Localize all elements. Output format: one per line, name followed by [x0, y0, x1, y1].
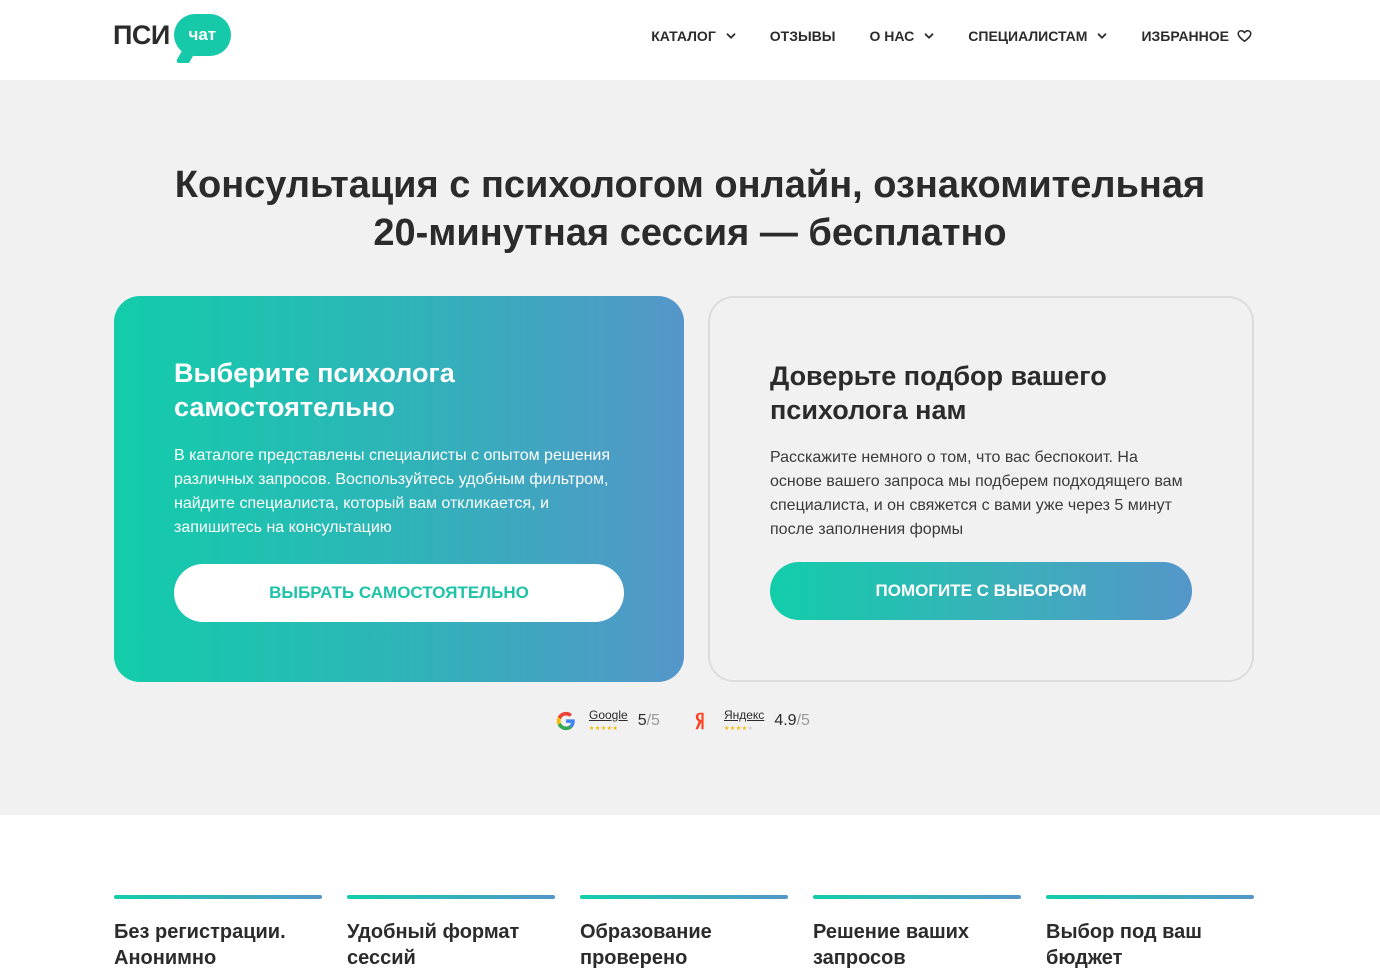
- rating-source-link[interactable]: Яндекс: [724, 708, 764, 722]
- chevron-down-icon: [1098, 33, 1107, 39]
- nav-label: О НАС: [869, 28, 915, 44]
- rating-yandex: Яндекс ★★★★★ 4.9 /5: [690, 708, 810, 734]
- feature-divider: [580, 895, 788, 899]
- chevron-down-icon: [726, 33, 736, 39]
- help-choice-card: Доверьте подбор вашего психолога нам Рас…: [708, 296, 1254, 682]
- self-choice-title: Выберите психолога самостоятельно: [174, 358, 455, 422]
- page-title-line2: 20-минутная сессия — бесплатно: [373, 212, 1007, 254]
- rating-google: Google ★★★★★ 5 /5: [555, 708, 660, 734]
- rating-max: /5: [646, 712, 660, 729]
- help-choice-title: Доверьте подбор вашего психолога нам: [770, 361, 1107, 425]
- feature-item: Выбор под ваш бюджет: [1046, 895, 1254, 975]
- site-logo[interactable]: ПСИ чат: [113, 10, 231, 60]
- feature-item: Удобный формат сессий: [347, 895, 555, 975]
- self-choice-text: В каталоге представлены специалисты с оп…: [174, 447, 611, 536]
- nav-label: ИЗБРАННОЕ: [1141, 28, 1229, 44]
- features-list: Без регистрации. Анонимно Удобный формат…: [114, 895, 1254, 975]
- chevron-down-icon: [924, 33, 934, 39]
- stars-icon: ★★★★★: [589, 726, 619, 732]
- help-choice-text: Расскажите немного о том, что вас беспок…: [770, 449, 1183, 538]
- feature-title: Удобный формат сессий: [347, 921, 520, 969]
- feature-divider: [813, 895, 1021, 899]
- nav-item-reviews[interactable]: ОТЗЫВЫ: [770, 28, 836, 44]
- main-nav: КАТАЛОГ ОТЗЫВЫ О НАС СПЕЦИАЛИСТАМ ИЗБРАН…: [651, 26, 1252, 46]
- feature-title: Выбор под ваш бюджет: [1046, 921, 1202, 969]
- help-choose-button[interactable]: ПОМОГИТЕ С ВЫБОРОМ: [770, 562, 1192, 620]
- nav-label: КАТАЛОГ: [651, 28, 716, 44]
- feature-title: Решение ваших запросов: [813, 921, 970, 969]
- feature-item: Образование проверено: [580, 895, 788, 975]
- logo-bubble-icon: чат: [173, 14, 231, 56]
- logo-text: ПСИ: [113, 19, 170, 50]
- feature-title: Без регистрации. Анонимно: [114, 921, 286, 969]
- feature-divider: [114, 895, 322, 899]
- google-icon: [555, 710, 577, 732]
- feature-divider: [1046, 895, 1254, 899]
- feature-item: Решение ваших запросов: [813, 895, 1021, 975]
- rating-max: /5: [796, 712, 810, 729]
- feature-divider: [347, 895, 555, 899]
- choose-self-button[interactable]: ВЫБРАТЬ САМОСТОЯТЕЛЬНО: [174, 564, 624, 622]
- site-header: ПСИ чат КАТАЛОГ ОТЗЫВЫ О НАС СПЕЦИАЛИСТА…: [0, 0, 1380, 80]
- nav-item-favorites[interactable]: ИЗБРАННОЕ: [1141, 28, 1252, 44]
- nav-item-specialists[interactable]: СПЕЦИАЛИСТАМ: [968, 28, 1107, 44]
- nav-label: ОТЗЫВЫ: [769, 28, 836, 44]
- nav-item-about[interactable]: О НАС: [870, 28, 935, 44]
- heart-icon: [1237, 30, 1252, 42]
- feature-item: Без регистрации. Анонимно: [114, 895, 322, 975]
- self-choice-card: Выберите психолога самостоятельно В ката…: [114, 296, 684, 682]
- hero-section: Консультация с психологом онлайн, ознако…: [0, 80, 1380, 815]
- yandex-icon: [690, 710, 712, 732]
- page-title: Консультация с психологом онлайн, ознако…: [140, 161, 1240, 257]
- ratings-bar: Google ★★★★★ 5 /5 Яндекс ★★★★★ 4.9 /5: [555, 706, 840, 736]
- nav-label: СПЕЦИАЛИСТАМ: [968, 28, 1088, 44]
- stars-icon: ★★★★★: [723, 726, 754, 732]
- page-title-line1: Консультация с психологом онлайн, ознако…: [174, 164, 1206, 206]
- feature-title: Образование проверено: [580, 921, 712, 969]
- rating-source-link[interactable]: Google: [589, 708, 628, 722]
- logo-bubble-text: чат: [188, 25, 217, 44]
- nav-item-catalog[interactable]: КАТАЛОГ: [651, 28, 736, 44]
- rating-score: 5: [637, 712, 647, 729]
- rating-score: 4.9: [774, 712, 797, 729]
